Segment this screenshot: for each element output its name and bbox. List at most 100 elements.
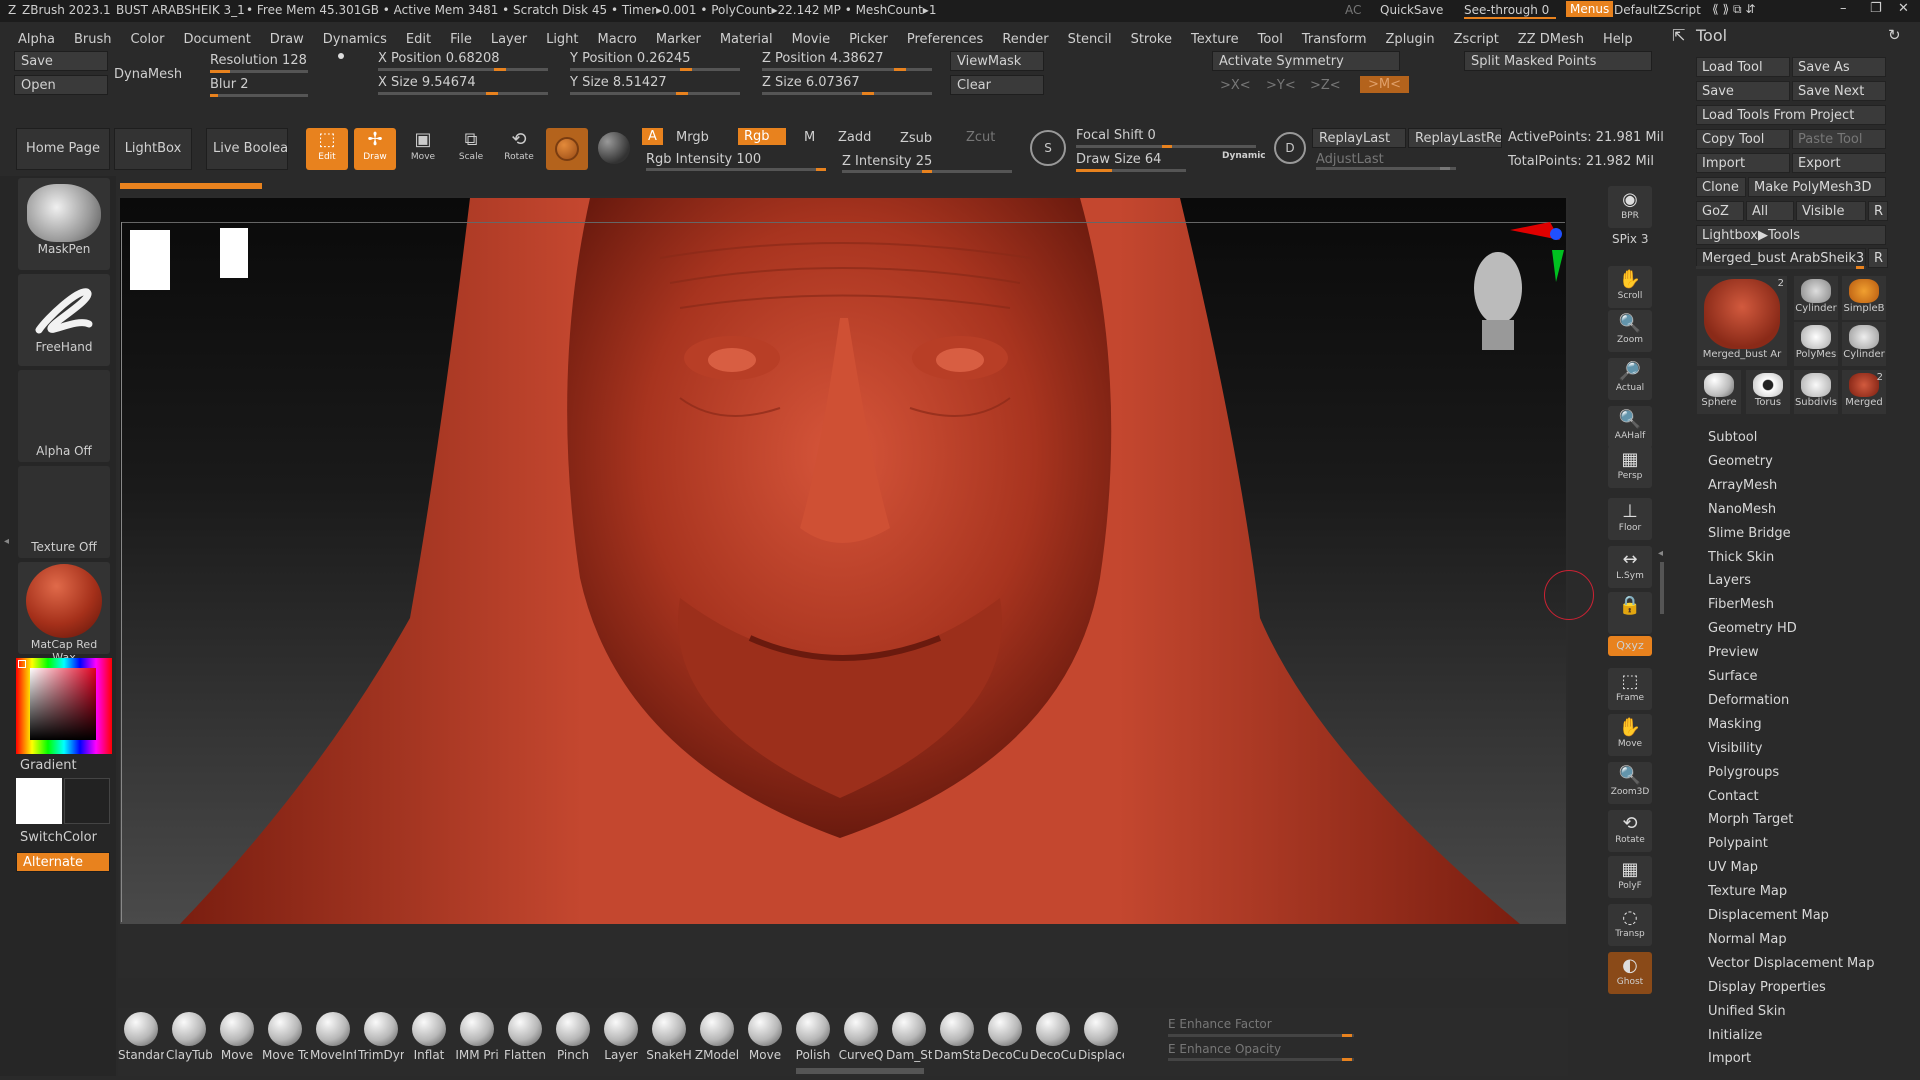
texture-swatch-icon[interactable] bbox=[598, 132, 630, 164]
home-page-button[interactable]: Home Page bbox=[16, 128, 110, 170]
brush-4[interactable]: MoveInf bbox=[310, 1012, 356, 1062]
viewport-canvas[interactable] bbox=[120, 198, 1566, 924]
tool-menu-preview[interactable]: Preview bbox=[1708, 645, 1759, 660]
replaylast-button[interactable]: ReplayLast bbox=[1312, 128, 1406, 148]
draw-size-slider[interactable]: Draw Size 64 bbox=[1076, 152, 1161, 167]
brush-15[interactable]: CurveQ bbox=[838, 1012, 884, 1062]
menu-edit[interactable]: Edit bbox=[406, 32, 431, 47]
zoom3d-button[interactable]: 🔍 Zoom3D bbox=[1608, 762, 1652, 804]
zcut-toggle[interactable]: Zcut bbox=[966, 130, 995, 145]
menu-stencil[interactable]: Stencil bbox=[1068, 32, 1112, 47]
tool-menu-geometry[interactable]: Geometry bbox=[1708, 454, 1773, 469]
symmetry-m-button[interactable]: >M< bbox=[1360, 76, 1410, 93]
brush-11[interactable]: SnakeH bbox=[646, 1012, 692, 1062]
clear-button[interactable]: Clear bbox=[950, 75, 1044, 95]
right-collapse-icon[interactable]: ◂ bbox=[1658, 548, 1663, 559]
brush-0[interactable]: Standar bbox=[118, 1012, 164, 1062]
menu-macro[interactable]: Macro bbox=[598, 32, 637, 47]
spix-slider[interactable]: SPix 3 bbox=[1612, 232, 1648, 246]
frame-button[interactable]: ⬚ Frame bbox=[1608, 668, 1652, 710]
tool-thumb-3[interactable]: PolyMes bbox=[1794, 322, 1838, 366]
menu-file[interactable]: File bbox=[450, 32, 472, 47]
brush-9[interactable]: Pinch bbox=[550, 1012, 596, 1062]
z-size-slider[interactable]: Z Size 6.07367 bbox=[762, 75, 860, 90]
menu-light[interactable]: Light bbox=[546, 32, 578, 47]
brush-13[interactable]: Move bbox=[742, 1012, 788, 1062]
draw-mode-button[interactable]: ✢ Draw bbox=[354, 128, 396, 170]
save-button[interactable]: Save bbox=[14, 51, 108, 71]
y-position-slider[interactable]: Y Position 0.26245 bbox=[570, 51, 691, 66]
x-size-slider[interactable]: X Size 9.54674 bbox=[378, 75, 476, 90]
color-picker[interactable] bbox=[16, 658, 112, 754]
scroll-button[interactable]: ✋ Scroll bbox=[1608, 266, 1652, 308]
material-tile[interactable]: MatCap Red Wax bbox=[18, 562, 110, 664]
brush-12[interactable]: ZModel bbox=[694, 1012, 740, 1062]
brush-6[interactable]: Inflat bbox=[406, 1012, 452, 1062]
menu-tool[interactable]: Tool bbox=[1258, 32, 1283, 47]
menu-texture[interactable]: Texture bbox=[1191, 32, 1239, 47]
tool-thumb-2[interactable]: SimpleB bbox=[1842, 276, 1886, 320]
brush-19[interactable]: DecoCu bbox=[1030, 1012, 1076, 1062]
tool-menu-subtool[interactable]: Subtool bbox=[1708, 430, 1757, 445]
material-swatch-button[interactable] bbox=[546, 128, 588, 170]
x-position-slider[interactable]: X Position 0.68208 bbox=[378, 51, 500, 66]
backface-icon[interactable]: D bbox=[1274, 132, 1306, 164]
brush-8[interactable]: Flatten bbox=[502, 1012, 548, 1062]
orientation-head-icon[interactable] bbox=[1474, 252, 1522, 350]
resolution-slider[interactable]: Resolution 128 bbox=[210, 53, 307, 68]
switchcolor-button[interactable]: SwitchColor bbox=[20, 830, 97, 845]
rotate-mode-button[interactable]: ⟲ Rotate bbox=[498, 128, 540, 170]
brush-16[interactable]: Dam_St bbox=[886, 1012, 932, 1062]
menu-movie[interactable]: Movie bbox=[792, 32, 830, 47]
focal-shift-slider[interactable]: Focal Shift 0 bbox=[1076, 128, 1156, 143]
tool-thumb-7[interactable]: Subdivis bbox=[1794, 370, 1838, 414]
layout-icons[interactable]: ⟪ ⟫ ⧉ ⇵ bbox=[1712, 2, 1755, 17]
replaylastrel-button[interactable]: ReplayLastRel bbox=[1408, 128, 1502, 148]
brush-14[interactable]: Polish bbox=[790, 1012, 836, 1062]
minimize-icon[interactable]: – bbox=[1840, 1, 1847, 16]
maskpen-brush-tile[interactable]: MaskPen bbox=[18, 178, 110, 270]
resolution-dot-icon[interactable] bbox=[338, 53, 344, 59]
tool-thumb-8[interactable]: Merged 2 bbox=[1842, 370, 1886, 414]
load-tool-button[interactable]: Load Tool bbox=[1696, 57, 1790, 77]
tool-menu-uv-map[interactable]: UV Map bbox=[1708, 860, 1758, 875]
tool-import-button[interactable]: Import bbox=[1696, 153, 1790, 173]
all-button[interactable]: All bbox=[1746, 201, 1794, 221]
tool-thumb-6[interactable]: Torus bbox=[1746, 370, 1790, 414]
menu-material[interactable]: Material bbox=[720, 32, 773, 47]
tool-menu-morph-target[interactable]: Morph Target bbox=[1708, 812, 1793, 827]
tool-menu-thick-skin[interactable]: Thick Skin bbox=[1708, 550, 1774, 565]
tool-menu-masking[interactable]: Masking bbox=[1708, 717, 1762, 732]
current-tool-slider[interactable]: Merged_bust ArabSheik3. 52 bbox=[1696, 248, 1866, 268]
menu-marker[interactable]: Marker bbox=[656, 32, 701, 47]
brush-17[interactable]: DamSta bbox=[934, 1012, 980, 1062]
menu-preferences[interactable]: Preferences bbox=[907, 32, 983, 47]
polyf-button[interactable]: ▦ PolyF bbox=[1608, 856, 1652, 898]
tool-menu-slime-bridge[interactable]: Slime Bridge bbox=[1708, 526, 1791, 541]
save-as-button[interactable]: Save As bbox=[1792, 57, 1886, 77]
dynamesh-button[interactable]: DynaMesh bbox=[114, 67, 182, 82]
move3d-button[interactable]: ✋ Move bbox=[1608, 714, 1652, 756]
texture-tile[interactable]: Texture Off bbox=[18, 466, 110, 558]
color-saturation-field[interactable] bbox=[30, 668, 96, 740]
live-boolean-button[interactable]: Live Boolean bbox=[206, 128, 288, 170]
adjustlast-slider[interactable]: AdjustLast bbox=[1316, 152, 1384, 167]
alternate-button[interactable]: Alternate bbox=[16, 852, 110, 872]
brush-5[interactable]: TrimDyr bbox=[358, 1012, 404, 1062]
tool-menu-fibermesh[interactable]: FiberMesh bbox=[1708, 597, 1774, 612]
tool-menu-normal-map[interactable]: Normal Map bbox=[1708, 932, 1787, 947]
floor-button[interactable]: ⊥ Floor bbox=[1608, 498, 1652, 540]
brush-7[interactable]: IMM Pri bbox=[454, 1012, 500, 1062]
zoom-button[interactable]: 🔍 Zoom bbox=[1608, 310, 1652, 352]
menu-stroke[interactable]: Stroke bbox=[1131, 32, 1172, 47]
maximize-icon[interactable]: ❐ bbox=[1870, 1, 1882, 16]
lock-button[interactable]: 🔒 bbox=[1608, 592, 1652, 634]
menu-color[interactable]: Color bbox=[130, 32, 164, 47]
brush-20[interactable]: Displace bbox=[1078, 1012, 1124, 1062]
scale-mode-button[interactable]: ⧉ Scale bbox=[450, 128, 492, 170]
brush-10[interactable]: Layer bbox=[598, 1012, 644, 1062]
menu-zplugin[interactable]: Zplugin bbox=[1386, 32, 1435, 47]
ac-label[interactable]: AC bbox=[1345, 3, 1361, 17]
symmetry-z-button[interactable]: >Z< bbox=[1310, 78, 1341, 93]
tool-scrollbar[interactable] bbox=[1660, 562, 1664, 614]
